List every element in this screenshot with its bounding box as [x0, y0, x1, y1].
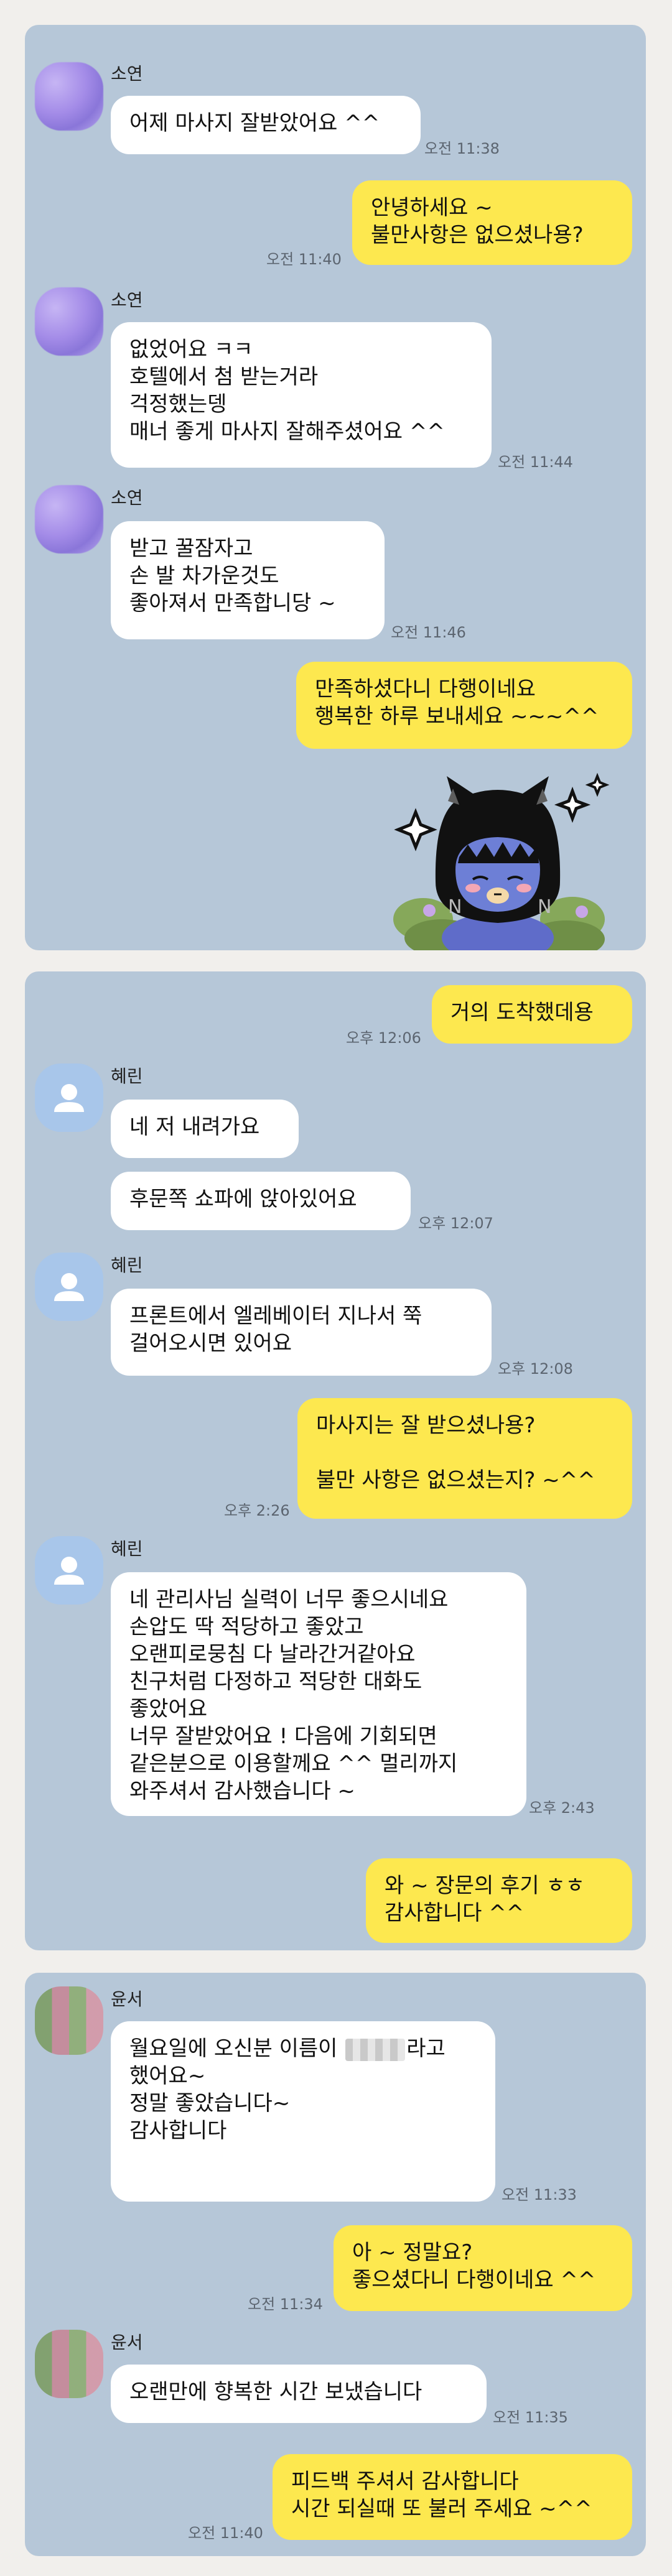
message-time: 오전 11:34: [248, 2296, 323, 2313]
message-bubble[interactable]: 와 ~ 장문의 후기 ㅎㅎ 감사합니다 ^^: [366, 1858, 632, 1943]
message-bubble[interactable]: 만족하셨다니 다행이네요 행복한 하루 보내세요 ~~~^^: [296, 662, 632, 749]
svg-text:N: N: [538, 896, 551, 918]
message-line: 월요일에 오신분 이름이 라고: [129, 2036, 446, 2061]
sender-name: 소연: [111, 290, 143, 310]
person-icon: [54, 1557, 84, 1585]
sender-name: 윤서: [111, 2332, 143, 2353]
message-bubble[interactable]: 안녕하세요 ~ 불만사항은 없으셨나용?: [352, 180, 632, 265]
sender-name: 혜린: [111, 1539, 143, 1559]
message-bubble[interactable]: 없었어요 ㅋㅋ 호텔에서 첨 받는거라 걱정했는뎅 매너 좋게 마사지 잘해주셨…: [111, 322, 492, 468]
sender-name: 혜린: [111, 1066, 143, 1086]
message-time: 오전 11:35: [493, 2409, 568, 2426]
message-bubble[interactable]: 아 ~ 정말요? 좋으셨다니 다행이네요 ^^: [334, 2225, 632, 2311]
chat-panel-3: 윤서 월요일에 오신분 이름이 라고 했어요~ 정말 좋았습니다~ 감사합니다 …: [25, 1973, 646, 2556]
avatar[interactable]: [35, 287, 103, 356]
avatar[interactable]: [35, 2330, 103, 2398]
sender-name: 윤서: [111, 1989, 143, 2009]
message-time: 오전 11:38: [424, 140, 500, 157]
message-bubble[interactable]: 후문쪽 쇼파에 앉아있어요: [111, 1172, 411, 1230]
message-bubble[interactable]: 월요일에 오신분 이름이 라고 했어요~ 정말 좋았습니다~ 감사합니다: [111, 2021, 495, 2202]
sender-name: 혜린: [111, 1255, 143, 1276]
message-time: 오전 11:40: [188, 2524, 263, 2542]
person-icon: [54, 1084, 84, 1112]
message-time: 오전 11:46: [391, 624, 466, 641]
message-bubble[interactable]: 프론트에서 엘레베이터 지나서 쭉 걸어오시면 있어요: [111, 1289, 492, 1376]
message-bubble[interactable]: 네 관리사님 실력이 너무 좋으시네요 손압도 딱 적당하고 좋았고 오랜피로뭉…: [111, 1572, 526, 1816]
message-text: 했어요~ 정말 좋았습니다~ 감사합니다: [129, 2064, 291, 2143]
chat-panel-1: 소연 어제 마사지 잘받았어요 ^^ 오전 11:38 안녕하세요 ~ 불만사항…: [25, 25, 646, 950]
message-bubble[interactable]: 네 저 내려가요: [111, 1100, 299, 1158]
person-icon: [54, 1273, 84, 1301]
message-time: 오후 2:26: [224, 1502, 290, 1519]
message-bubble[interactable]: 마사지는 잘 받으셨나용? 불만 사항은 없으셨는지? ~^^: [297, 1398, 632, 1519]
message-bubble[interactable]: 어제 마사지 잘받았어요 ^^: [111, 96, 421, 154]
avatar[interactable]: [35, 1986, 103, 2055]
message-time: 오후 12:06: [346, 1029, 421, 1047]
message-time: 오후 2:43: [529, 1799, 595, 1817]
sender-name: 소연: [111, 63, 143, 84]
message-time: 오전 11:40: [266, 251, 342, 268]
sender-name: 소연: [111, 488, 143, 508]
redacted-name: [345, 2038, 406, 2061]
avatar[interactable]: [35, 1063, 103, 1132]
message-time: 오후 12:08: [498, 1360, 573, 1378]
message-bubble[interactable]: 오랜만에 향복한 시간 보냈습니다: [111, 2365, 487, 2423]
avatar[interactable]: [35, 62, 103, 131]
chat-panel-2: 거의 도착했데용 오후 12:06 혜린 네 저 내려가요 후문쪽 쇼파에 앉아…: [25, 971, 646, 1950]
cat-sticker-icon[interactable]: N N: [373, 764, 646, 950]
svg-text:N: N: [448, 896, 462, 918]
avatar[interactable]: [35, 1253, 103, 1321]
message-time: 오전 11:33: [502, 2186, 577, 2203]
message-bubble[interactable]: 받고 꿀잠자고 손 발 차가운것도 좋아져서 만족합니당 ~: [111, 521, 385, 639]
avatar[interactable]: [35, 1536, 103, 1605]
message-bubble[interactable]: 거의 도착했데용: [432, 985, 632, 1044]
avatar[interactable]: [35, 485, 103, 554]
message-time: 오전 11:44: [498, 453, 573, 471]
message-bubble[interactable]: 피드백 주셔서 감사합니다 시간 되실때 또 불러 주세요 ~^^: [273, 2454, 632, 2540]
message-time: 오후 12:07: [418, 1215, 493, 1232]
